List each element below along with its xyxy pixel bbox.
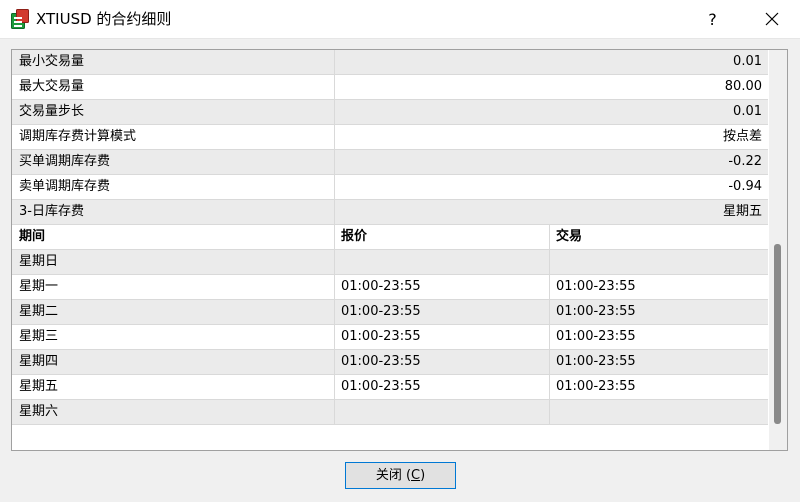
spec-row-swap-mode: 调期库存费计算模式 按点差 bbox=[12, 125, 768, 150]
spec-value: 星期五 bbox=[722, 204, 762, 219]
close-icon[interactable] bbox=[748, 0, 796, 38]
session-day: 星期六 bbox=[12, 400, 335, 424]
session-day: 星期二 bbox=[12, 300, 335, 324]
spec-value: 0.01 bbox=[733, 54, 762, 69]
dialog-footer: 关闭 (C) bbox=[0, 451, 800, 502]
table-row: 星期四 01:00-23:55 01:00-23:55 bbox=[12, 350, 768, 375]
session-day: 星期四 bbox=[12, 350, 335, 374]
close-x-icon bbox=[765, 12, 779, 26]
session-trade: 01:00-23:55 bbox=[556, 354, 636, 369]
session-quote: 01:00-23:55 bbox=[335, 350, 550, 374]
spec-label: 最大交易量 bbox=[12, 75, 335, 99]
title-bar: XTIUSD 的合约细则 ? bbox=[0, 0, 800, 39]
column-header-period: 期间 bbox=[12, 225, 335, 249]
table-row: 星期五 01:00-23:55 01:00-23:55 bbox=[12, 375, 768, 400]
help-label: ? bbox=[708, 9, 717, 29]
spec-label: 调期库存费计算模式 bbox=[12, 125, 335, 149]
close-button-mnemonic: C bbox=[411, 468, 421, 483]
close-button[interactable]: 关闭 (C) bbox=[345, 462, 456, 489]
spec-row-swap-long: 买单调期库存费 -0.22 bbox=[12, 150, 768, 175]
spec-row-triple-swap-day: 3-日库存费 星期五 bbox=[12, 200, 768, 225]
spec-row-max-volume: 最大交易量 80.00 bbox=[12, 75, 768, 100]
spec-row-volume-step: 交易量步长 0.01 bbox=[12, 100, 768, 125]
session-trade: 01:00-23:55 bbox=[556, 379, 636, 394]
session-trade bbox=[550, 250, 768, 274]
close-button-label: 关闭 ( bbox=[375, 468, 412, 483]
session-quote: 01:00-23:55 bbox=[335, 300, 550, 324]
session-day: 星期五 bbox=[12, 375, 335, 399]
spec-row-min-volume: 最小交易量 0.01 bbox=[12, 50, 768, 75]
session-day: 星期日 bbox=[12, 250, 335, 274]
vertical-scrollbar[interactable] bbox=[769, 50, 787, 450]
session-trade: 01:00-23:55 bbox=[556, 329, 636, 344]
table-row: 星期二 01:00-23:55 01:00-23:55 bbox=[12, 300, 768, 325]
contract-spec-table: 最小交易量 0.01 最大交易量 80.00 交易量步长 0.01 调期库存费计… bbox=[11, 49, 788, 451]
session-quote bbox=[335, 250, 550, 274]
spec-label: 卖单调期库存费 bbox=[12, 175, 335, 199]
help-icon[interactable]: ? bbox=[690, 0, 735, 38]
session-quote: 01:00-23:55 bbox=[335, 375, 550, 399]
spec-label: 买单调期库存费 bbox=[12, 150, 335, 174]
session-day: 星期一 bbox=[12, 275, 335, 299]
scrollbar-thumb[interactable] bbox=[774, 244, 781, 424]
column-header-quote: 报价 bbox=[335, 225, 550, 249]
close-button-suffix: ) bbox=[420, 468, 426, 483]
spec-value: 按点差 bbox=[722, 129, 762, 144]
spec-label: 交易量步长 bbox=[12, 100, 335, 124]
table-row: 星期三 01:00-23:55 01:00-23:55 bbox=[12, 325, 768, 350]
session-day: 星期三 bbox=[12, 325, 335, 349]
spec-value: 0.01 bbox=[733, 104, 762, 119]
table-row: 星期日 bbox=[12, 250, 768, 275]
spec-value: -0.94 bbox=[728, 179, 762, 194]
column-header-trade: 交易 bbox=[556, 229, 583, 244]
table-row: 星期六 bbox=[12, 400, 768, 425]
spec-value: -0.22 bbox=[728, 154, 762, 169]
session-trade: 01:00-23:55 bbox=[556, 279, 636, 294]
session-trade: 01:00-23:55 bbox=[556, 304, 636, 319]
sessions-header-row: 期间 报价 交易 bbox=[12, 225, 768, 250]
session-quote bbox=[335, 400, 550, 424]
app-icon bbox=[11, 9, 29, 29]
session-quote: 01:00-23:55 bbox=[335, 275, 550, 299]
spec-row-swap-short: 卖单调期库存费 -0.94 bbox=[12, 175, 768, 200]
spec-label: 3-日库存费 bbox=[12, 200, 335, 224]
session-quote: 01:00-23:55 bbox=[335, 325, 550, 349]
spec-label: 最小交易量 bbox=[12, 50, 335, 74]
table-row: 星期一 01:00-23:55 01:00-23:55 bbox=[12, 275, 768, 300]
spec-value: 80.00 bbox=[724, 79, 762, 94]
session-trade bbox=[550, 400, 768, 424]
window-title: XTIUSD 的合约细则 bbox=[36, 10, 172, 28]
